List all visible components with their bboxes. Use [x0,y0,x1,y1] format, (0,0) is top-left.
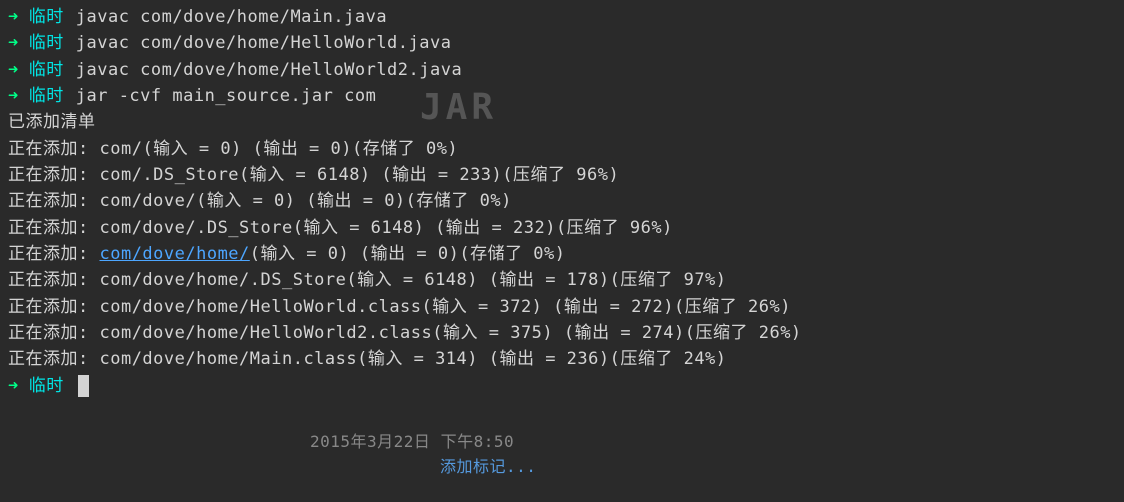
output-prefix: 正在添加: [8,218,99,238]
jar-output-line: 正在添加: com/dove/.DS_Store(输入 = 6148) (输出 … [8,215,1116,241]
output-stats: (输入 = 0) (输出 = 0)(存储了 0%) [250,244,566,264]
jar-output-line: 正在添加: com/dove/home/.DS_Store(输入 = 6148)… [8,267,1116,293]
command-line: ➜ 临时 javac com/dove/home/HelloWorld.java [8,30,1116,56]
output-stats: (输入 = 372) (输出 = 272)(压缩了 26%) [422,297,791,317]
manifest-output: 已添加清单 [8,109,1116,135]
output-path: com/dove/.DS_Store [99,218,292,238]
prompt-dir: 临时 [29,373,64,399]
timestamp-watermark: 2015年3月22日 下午8:50 [310,430,514,455]
output-path: com/dove/home/Main.class [99,349,357,369]
output-path: com/.DS_Store [99,165,239,185]
output-prefix: 正在添加: [8,349,99,369]
prompt-arrow-icon: ➜ [8,83,19,109]
output-prefix: 正在添加: [8,244,99,264]
output-path: com/dove/ [99,191,196,211]
output-stats: (输入 = 0) (输出 = 0)(存储了 0%) [196,191,512,211]
output-prefix: 正在添加: [8,323,99,343]
prompt-dir: 临时 [29,30,64,56]
command-line: ➜ 临时 jar -cvf main_source.jar com [8,83,1116,109]
command-text: javac com/dove/home/HelloWorld.java [76,30,452,56]
terminal-cursor [78,375,89,397]
command-text: javac com/dove/home/HelloWorld2.java [76,57,462,83]
output-stats: (输入 = 6148) (输出 = 233)(压缩了 96%) [239,165,619,185]
terminal-output[interactable]: ➜ 临时 javac com/dove/home/Main.java ➜ 临时 … [8,4,1116,399]
jar-output-line: 正在添加: com/(输入 = 0) (输出 = 0)(存储了 0%) [8,136,1116,162]
output-prefix: 正在添加: [8,165,99,185]
output-stats: (输入 = 375) (输出 = 274)(压缩了 26%) [432,323,801,343]
prompt-arrow-icon: ➜ [8,4,19,30]
output-stats: (输入 = 6148) (输出 = 232)(压缩了 96%) [293,218,673,238]
jar-output-line: 正在添加: com/.DS_Store(输入 = 6148) (输出 = 233… [8,162,1116,188]
prompt-arrow-icon: ➜ [8,373,19,399]
output-path: com/dove/home/HelloWorld2.class [99,323,432,343]
output-stats: (输入 = 314) (输出 = 236)(压缩了 24%) [357,349,726,369]
output-prefix: 正在添加: [8,139,99,159]
output-path: com/ [99,139,142,159]
prompt-dir: 临时 [29,57,64,83]
command-text: javac com/dove/home/Main.java [76,4,387,30]
output-stats: (输入 = 6148) (输出 = 178)(压缩了 97%) [346,270,726,290]
output-path: com/dove/home/HelloWorld.class [99,297,421,317]
prompt-arrow-icon: ➜ [8,30,19,56]
jar-output-line: 正在添加: com/dove/home/HelloWorld2.class(输入… [8,320,1116,346]
jar-output-line: 正在添加: com/dove/home/HelloWorld.class(输入 … [8,294,1116,320]
output-path: com/dove/home/.DS_Store [99,270,346,290]
prompt-arrow-icon: ➜ [8,57,19,83]
output-prefix: 正在添加: [8,191,99,211]
jar-output-line: 正在添加: com/dove/(输入 = 0) (输出 = 0)(存储了 0%) [8,188,1116,214]
command-line: ➜ 临时 javac com/dove/home/HelloWorld2.jav… [8,57,1116,83]
add-tag-watermark: 添加标记... [440,455,536,480]
command-line-current[interactable]: ➜ 临时 [8,373,1116,399]
output-path[interactable]: com/dove/home/ [99,244,249,264]
output-stats: (输入 = 0) (输出 = 0)(存储了 0%) [142,139,458,159]
prompt-dir: 临时 [29,83,64,109]
jar-output-line: 正在添加: com/dove/home/Main.class(输入 = 314)… [8,346,1116,372]
command-text: jar -cvf main_source.jar com [76,83,377,109]
command-line: ➜ 临时 javac com/dove/home/Main.java [8,4,1116,30]
output-prefix: 正在添加: [8,270,99,290]
output-prefix: 正在添加: [8,297,99,317]
prompt-dir: 临时 [29,4,64,30]
jar-output-line: 正在添加: com/dove/home/(输入 = 0) (输出 = 0)(存储… [8,241,1116,267]
